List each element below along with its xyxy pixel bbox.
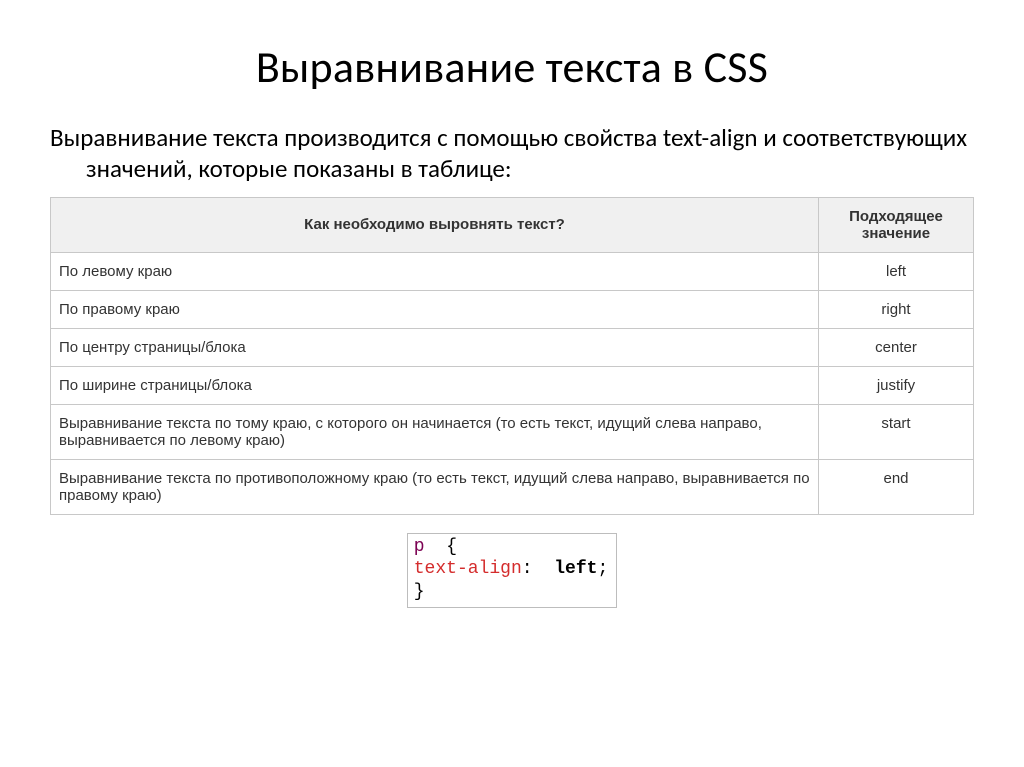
table-cell-value: start <box>819 404 974 459</box>
table-cell-desc: По правому краю <box>51 290 819 328</box>
table-cell-value: left <box>819 252 974 290</box>
table-cell-desc: Выравнивание текста по противоположному … <box>51 459 819 514</box>
code-brace-open: { <box>446 537 457 557</box>
table-header-row: Как необходимо выровнять текст? Подходящ… <box>51 197 974 252</box>
table-row: Выравнивание текста по противоположному … <box>51 459 974 514</box>
table-cell-value: center <box>819 328 974 366</box>
slide-title: Выравнивание текста в CSS <box>50 40 974 94</box>
code-example: p { text-align: left; } <box>407 533 618 609</box>
table-row: По правому краю right <box>51 290 974 328</box>
code-value: left <box>554 559 597 579</box>
text-align-table: Как необходимо выровнять текст? Подходящ… <box>50 197 974 515</box>
table-row: По левому краю left <box>51 252 974 290</box>
slide: Выравнивание текста в CSS Выравнивание т… <box>0 0 1024 767</box>
code-example-wrap: p { text-align: left; } <box>50 533 974 609</box>
code-selector: p <box>414 537 425 557</box>
table-cell-desc: По левому краю <box>51 252 819 290</box>
table-header-desc: Как необходимо выровнять текст? <box>51 197 819 252</box>
code-property: text-align <box>414 559 522 579</box>
table-cell-desc: По ширине страницы/блока <box>51 366 819 404</box>
slide-body-text: Выравнивание текста производится с помощ… <box>50 122 974 185</box>
table-cell-desc: По центру страницы/блока <box>51 328 819 366</box>
table-cell-desc: Выравнивание текста по тому краю, с кото… <box>51 404 819 459</box>
table-cell-value: justify <box>819 366 974 404</box>
table-row: По ширине страницы/блока justify <box>51 366 974 404</box>
table-header-value: Подходящее значение <box>819 197 974 252</box>
code-colon: : <box>522 559 533 579</box>
table-cell-value: right <box>819 290 974 328</box>
table-row: По центру страницы/блока center <box>51 328 974 366</box>
table-row: Выравнивание текста по тому краю, с кото… <box>51 404 974 459</box>
code-semicolon: ; <box>597 559 608 579</box>
table-cell-value: end <box>819 459 974 514</box>
code-brace-close: } <box>414 582 425 602</box>
